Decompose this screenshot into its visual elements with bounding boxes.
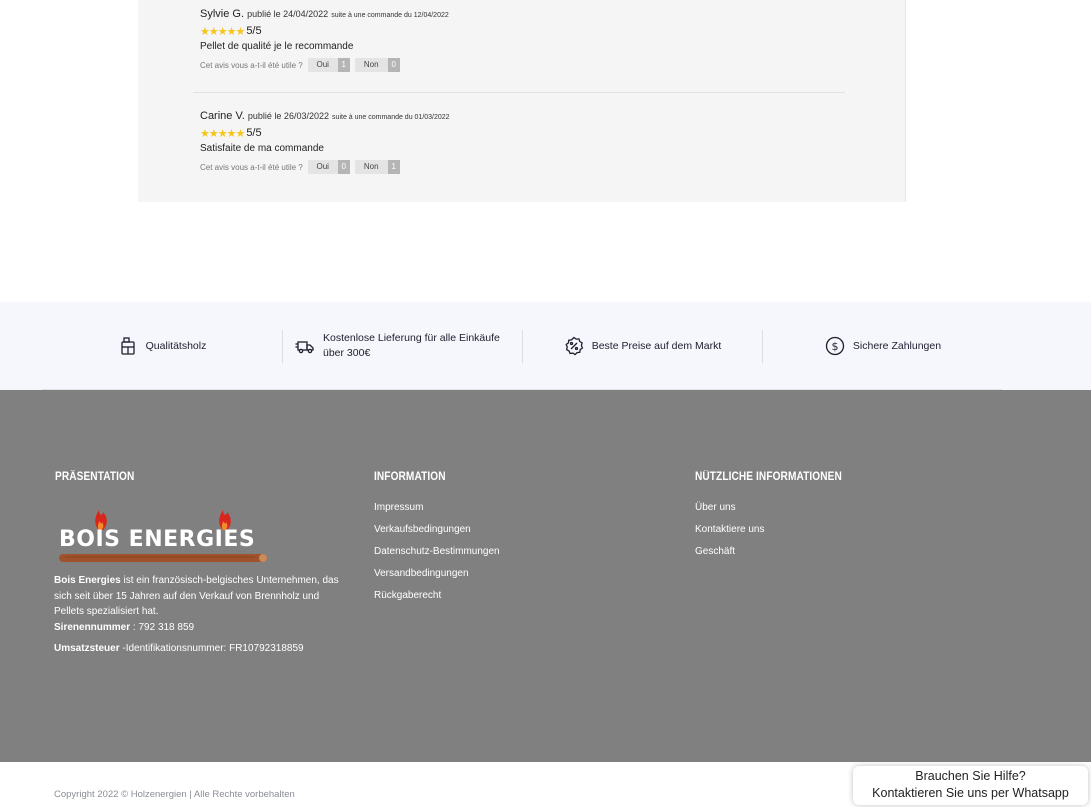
- review-published-date: publié le 24/04/2022: [247, 9, 329, 19]
- vat-number: Umsatzsteuer -Identifikationsnummer: FR1…: [54, 643, 349, 654]
- footer-link-shipping[interactable]: Versandbedingungen: [374, 567, 500, 589]
- review-helpful-row: Cet avis vous a-t-il été utile ? Oui 1 N…: [200, 58, 900, 72]
- feature-quality-wood: Qualitätsholz: [42, 302, 282, 390]
- vote-no-label: Non: [354, 160, 388, 174]
- feature-divider: [522, 330, 523, 363]
- helpful-question: Cet avis vous a-t-il été utile ?: [200, 162, 303, 172]
- footer-useful-links: Über uns Kontaktiere uns Geschäft: [695, 501, 765, 567]
- feature-best-prices: Beste Preise auf dem Markt: [523, 302, 762, 390]
- footer-presentation-title: PRÄSENTATION: [55, 471, 135, 483]
- star-rating-icon: ★★★★★: [200, 25, 245, 38]
- review-text: Pellet de qualité je le recommande: [200, 41, 354, 52]
- footer-link-impressum[interactable]: Impressum: [374, 501, 500, 523]
- review-item: Carine V. publié le 26/03/2022 suite à u…: [200, 110, 900, 174]
- vat-label: Umsatzsteuer: [54, 643, 120, 654]
- vote-no-count: 1: [387, 160, 400, 174]
- copyright-text: Copyright 2022 © Holzenergien | Alle Rec…: [54, 789, 295, 800]
- review-order-date: suite à une commande du 12/04/2022: [331, 12, 449, 19]
- vote-yes-count: 0: [337, 160, 350, 174]
- footer-link-contact[interactable]: Kontaktiere uns: [695, 523, 765, 545]
- feature-secure-payments: $ Sichere Zahlungen: [763, 302, 1003, 390]
- feature-label: Beste Preise auf dem Markt: [591, 339, 722, 352]
- footer: PRÄSENTATION INFORMATION NÜTZLICHE INFOR…: [0, 390, 1091, 762]
- footer-link-shop[interactable]: Geschäft: [695, 545, 765, 567]
- dollar-coin-icon: $: [825, 336, 845, 356]
- review-score: 5/5: [246, 25, 262, 37]
- review-author: Sylvie G.: [200, 8, 245, 20]
- helpful-question: Cet avis vous a-t-il été utile ?: [200, 60, 303, 70]
- whatsapp-help-button[interactable]: Brauchen Sie Hilfe? Kontaktieren Sie uns…: [853, 766, 1088, 805]
- vote-no-button[interactable]: Non 0: [354, 58, 400, 72]
- vote-no-label: Non: [354, 58, 388, 72]
- reviews-section: Sylvie G. publié le 24/04/2022 suite à u…: [138, 0, 906, 202]
- logo-text: BOIS ENERGIES: [59, 527, 255, 552]
- vote-no-button[interactable]: Non 1: [354, 160, 400, 174]
- feature-label: Kostenlose Lieferung für alle Einkäufe ü…: [323, 332, 500, 359]
- footer-link-privacy[interactable]: Datenschutz-Bestimmungen: [374, 545, 500, 567]
- whatsapp-line-2: Kontaktieren Sie uns per Whatsapp: [872, 786, 1069, 800]
- review-rating: ★★★★★ 5/5: [200, 24, 900, 38]
- footer-link-about[interactable]: Über uns: [695, 501, 765, 523]
- vote-yes-label: Oui: [307, 58, 338, 72]
- vote-yes-button[interactable]: Oui 0: [307, 160, 350, 174]
- wood-stack-icon: [120, 337, 135, 355]
- footer-useful-title: NÜTZLICHE INFORMATIONEN: [695, 471, 842, 483]
- siren-value: : 792 318 859: [130, 621, 195, 633]
- review-header: Carine V. publié le 26/03/2022 suite à u…: [200, 110, 900, 122]
- whatsapp-line-1: Brauchen Sie Hilfe?: [915, 769, 1026, 783]
- review-text: Satisfaite de ma commande: [200, 143, 324, 154]
- feature-label: Qualitätsholz: [145, 339, 207, 352]
- footer-link-terms-of-sale[interactable]: Verkaufsbedingungen: [374, 523, 500, 545]
- delivery-truck-icon: [295, 341, 314, 354]
- bois-energies-logo: BOIS ENERGIES: [59, 510, 267, 562]
- feature-free-delivery: Kostenlose Lieferung für alle Einkäufe ü…: [283, 302, 522, 390]
- company-description: Bois Energies ist ein französisch-belgis…: [54, 573, 349, 635]
- svg-text:$: $: [831, 340, 838, 353]
- review-helpful-row: Cet avis vous a-t-il été utile ? Oui 0 N…: [200, 160, 900, 174]
- features-band: Qualitätsholz Kostenlose Lieferung für a…: [0, 302, 1091, 390]
- siren-label: Sirenennummer: [54, 621, 131, 633]
- vote-yes-label: Oui: [307, 160, 338, 174]
- page: Sylvie G. publié le 24/04/2022 suite à u…: [0, 0, 1091, 807]
- review-published-date: publié le 26/03/2022: [247, 111, 329, 121]
- feature-divider: [762, 330, 763, 363]
- footer-link-returns[interactable]: Rückgaberecht: [374, 589, 500, 611]
- review-order-date: suite à une commande du 01/03/2022: [332, 114, 450, 121]
- vote-no-count: 0: [387, 58, 400, 72]
- footer-information-links: Impressum Verkaufsbedingungen Datenschut…: [374, 501, 500, 611]
- review-score: 5/5: [246, 127, 262, 139]
- feature-divider: [282, 330, 283, 363]
- star-rating-icon: ★★★★★: [200, 127, 245, 140]
- company-name: Bois Energies: [54, 575, 121, 586]
- review-header: Sylvie G. publié le 24/04/2022 suite à u…: [200, 8, 900, 20]
- vote-yes-button[interactable]: Oui 1: [307, 58, 350, 72]
- review-divider: [193, 92, 845, 93]
- review-author: Carine V.: [200, 110, 245, 122]
- footer-information-title: INFORMATION: [374, 471, 446, 483]
- feature-label: Sichere Zahlungen: [852, 339, 942, 352]
- vote-yes-count: 1: [337, 58, 350, 72]
- vat-value: -Identifikationsnummer: FR10792318859: [119, 643, 304, 654]
- review-item: Sylvie G. publié le 24/04/2022 suite à u…: [200, 8, 900, 72]
- review-rating: ★★★★★ 5/5: [200, 126, 900, 140]
- discount-badge-icon: [565, 336, 583, 356]
